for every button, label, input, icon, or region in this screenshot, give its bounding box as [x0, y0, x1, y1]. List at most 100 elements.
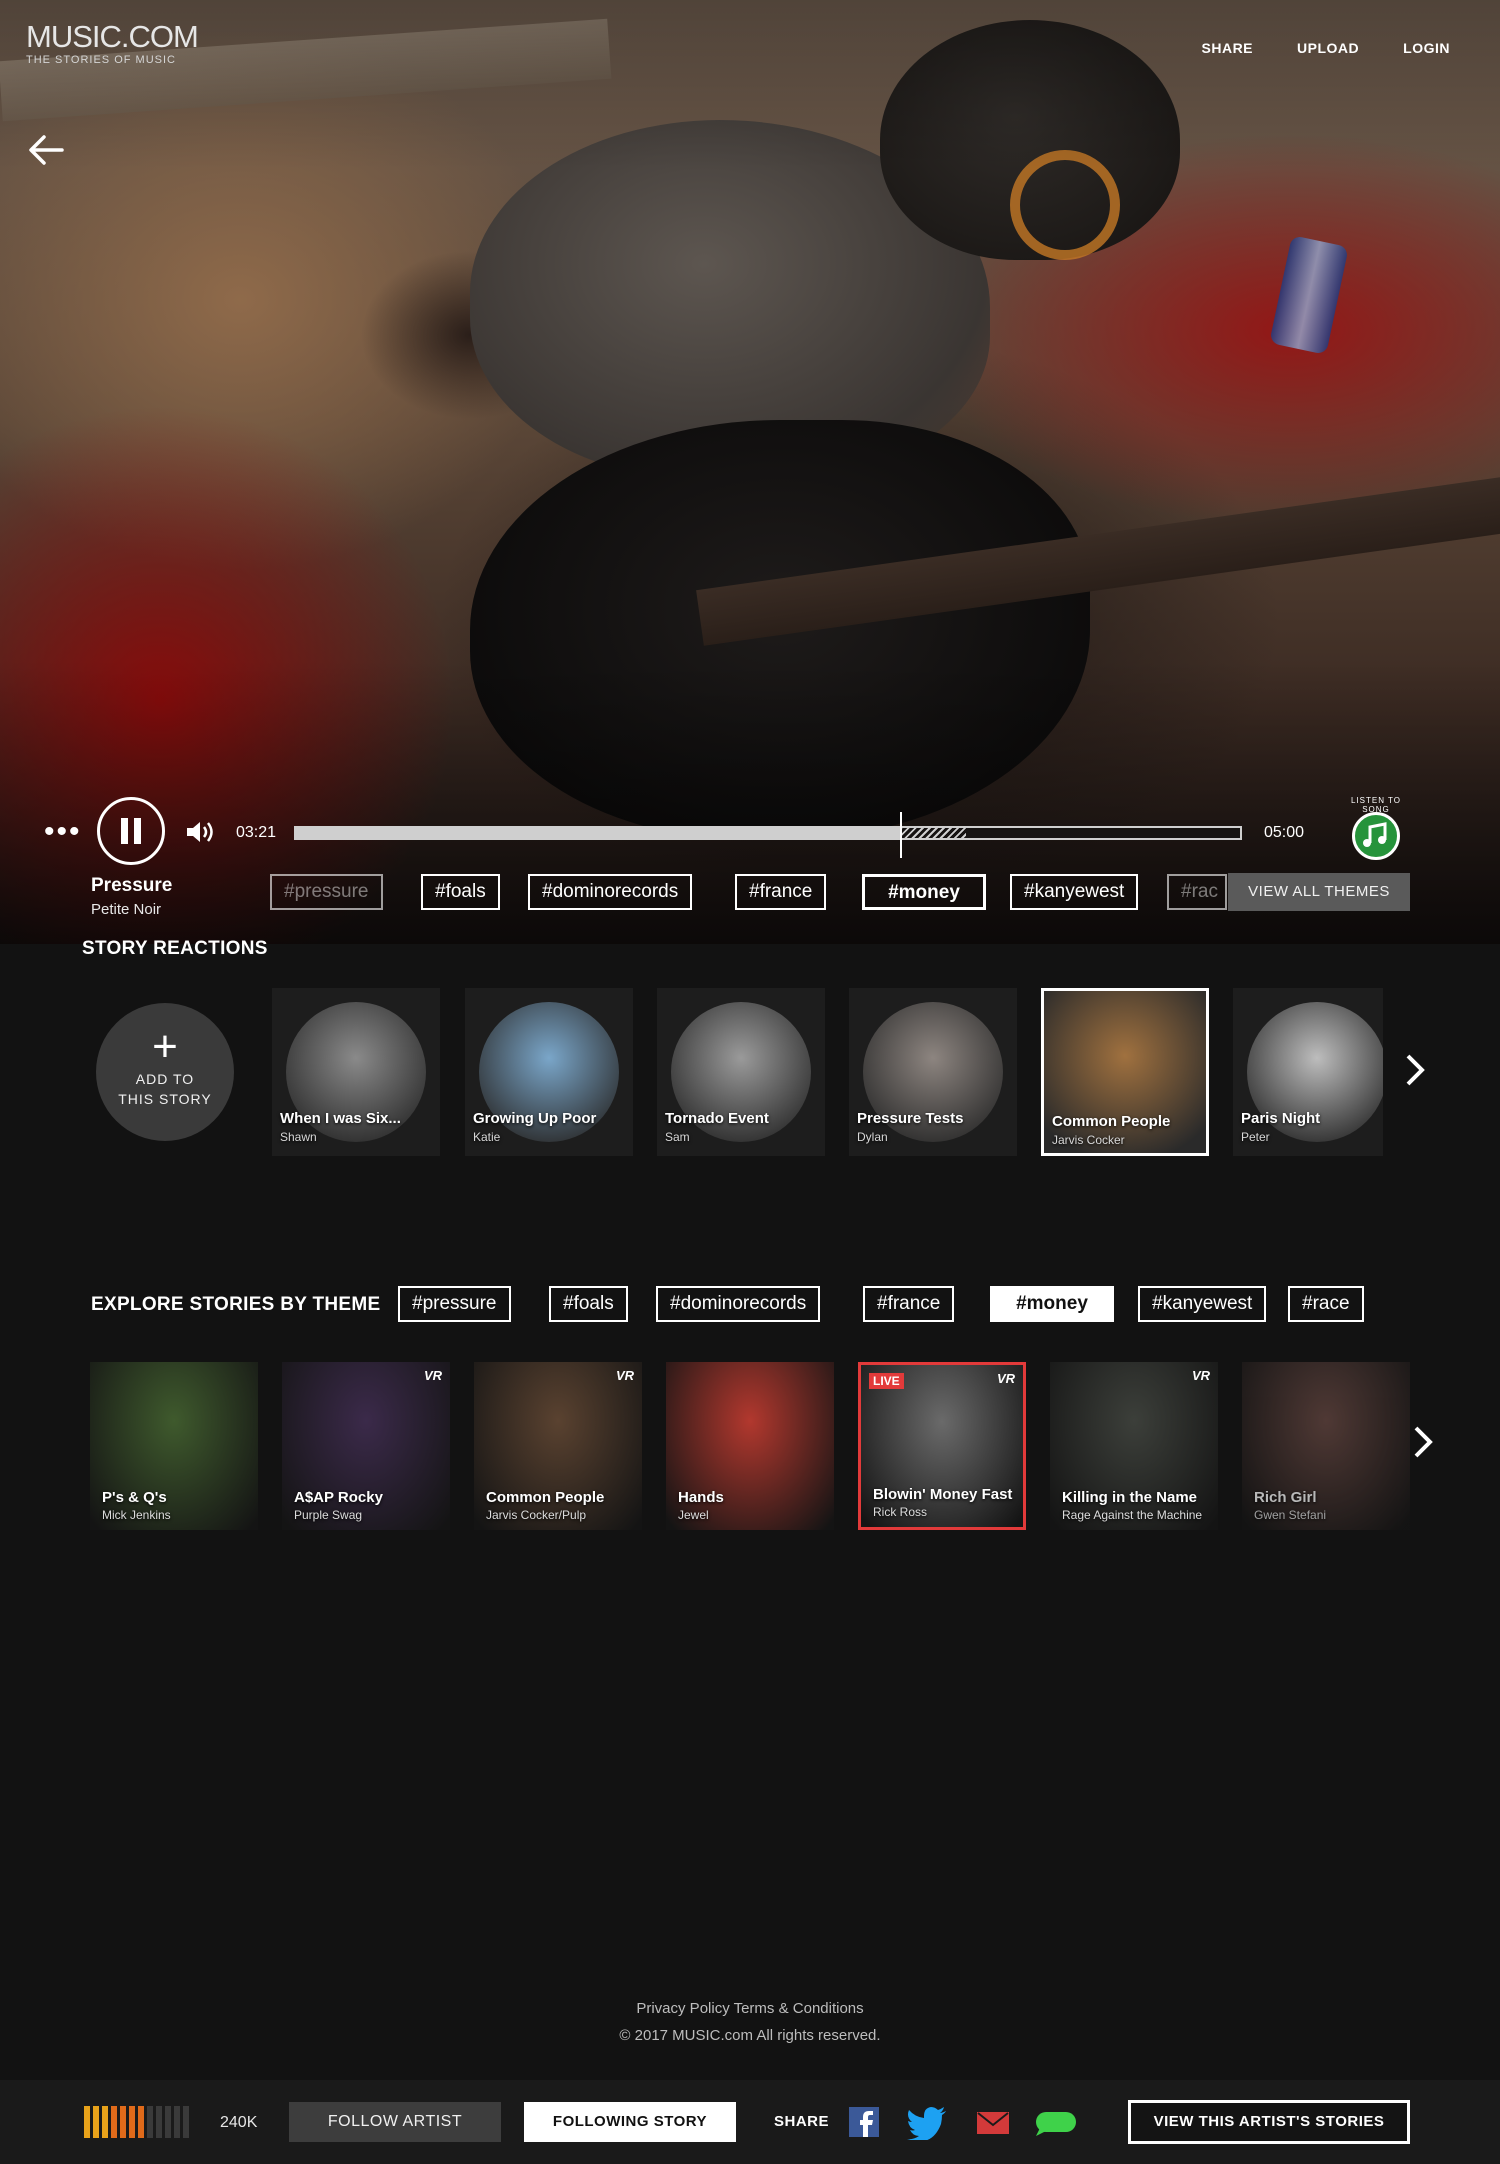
song-title: Pressure — [91, 875, 173, 896]
mail-icon[interactable] — [976, 2104, 1010, 2140]
theme-tag-active[interactable]: #money — [862, 874, 986, 910]
meter-bar — [165, 2106, 171, 2138]
theme-tag[interactable]: #pressure — [270, 874, 383, 910]
card-title: Hands — [678, 1489, 724, 1506]
reaction-card[interactable]: When I was Six... Shawn — [272, 988, 440, 1156]
story-card[interactable]: P's & Q's Mick Jenkins — [90, 1362, 258, 1530]
theme-tag[interactable]: #foals — [421, 874, 500, 910]
nav-share-link[interactable]: SHARE — [1202, 40, 1254, 56]
card-artist: Jarvis Cocker/Pulp — [486, 1508, 587, 1522]
plus-icon: + — [152, 1022, 178, 1071]
progress-bar[interactable] — [294, 812, 1242, 858]
nav-upload-link[interactable]: UPLOAD — [1297, 40, 1359, 56]
share-label: SHARE — [774, 2113, 830, 2130]
meter-bar — [129, 2106, 135, 2138]
chevron-right-icon[interactable] — [1408, 1422, 1436, 1462]
theme-tag[interactable]: #dominorecords — [528, 874, 693, 910]
explore-tag[interactable]: #pressure — [398, 1286, 511, 1322]
story-card[interactable]: VR Killing in the Name Rage Against the … — [1050, 1362, 1218, 1530]
volume-icon[interactable] — [185, 818, 215, 846]
vr-badge: VR — [423, 1368, 442, 1383]
follow-artist-button[interactable]: FOLLOW ARTIST — [289, 2102, 501, 2142]
video-player[interactable] — [0, 0, 1500, 944]
current-time: 03:21 — [236, 824, 277, 841]
back-arrow-icon[interactable] — [28, 134, 64, 166]
footer-copyright: © 2017 MUSIC.com All rights reserved. — [619, 2027, 881, 2044]
twitter-icon[interactable] — [906, 2104, 948, 2140]
story-card[interactable]: Rich Girl Gwen Stefani — [1242, 1362, 1410, 1530]
music-note-icon — [1363, 822, 1387, 847]
meter-bar — [183, 2106, 189, 2138]
vr-badge: VR — [615, 1368, 634, 1383]
logo-title: MUSIC.COM — [26, 19, 199, 54]
reaction-title: When I was Six... — [280, 1110, 401, 1127]
meter-bar — [147, 2106, 153, 2138]
card-title: Killing in the Name — [1062, 1489, 1198, 1506]
card-title: Rich Girl — [1254, 1489, 1317, 1506]
live-badge: LIVE — [869, 1373, 904, 1389]
card-artist: Gwen Stefani — [1254, 1508, 1327, 1522]
theme-tag[interactable]: #rac — [1167, 874, 1227, 910]
chevron-right-icon[interactable] — [1400, 1050, 1428, 1090]
reaction-title: Pressure Tests — [857, 1110, 964, 1127]
card-artist: Rick Ross — [873, 1505, 928, 1519]
pause-button[interactable] — [97, 797, 165, 865]
explore-heading: EXPLORE STORIES BY THEME — [91, 1294, 381, 1315]
add-to-story-button[interactable]: + ADD TO THIS STORY — [96, 1003, 234, 1141]
meter-bar — [138, 2106, 144, 2138]
theme-tag[interactable]: #kanyewest — [1010, 874, 1139, 910]
story-card[interactable]: Hands Jewel — [666, 1362, 834, 1530]
song-artist: Petite Noir — [91, 901, 162, 918]
explore-tag[interactable]: #dominorecords — [656, 1286, 821, 1322]
meter-bar — [111, 2106, 117, 2138]
following-story-button[interactable]: FOLLOWING STORY — [524, 2102, 736, 2142]
meter-bar — [120, 2106, 126, 2138]
reaction-title: Tornado Event — [665, 1110, 769, 1127]
reaction-title: Growing Up Poor — [473, 1110, 597, 1127]
progress-handle[interactable] — [900, 812, 903, 858]
explore-tag[interactable]: #race — [1288, 1286, 1364, 1322]
card-artist: Purple Swag — [294, 1508, 363, 1522]
meter-bar — [93, 2106, 99, 2138]
progress-buffer — [900, 828, 967, 838]
theme-tag[interactable]: #france — [735, 874, 827, 910]
follower-count: 240K — [220, 2114, 258, 2131]
facebook-icon[interactable] — [848, 2104, 880, 2140]
listen-circle — [1352, 812, 1400, 860]
view-artist-stories-button[interactable]: VIEW THIS ARTIST'S STORIES — [1128, 2100, 1410, 2144]
nav-login-link[interactable]: LOGIN — [1403, 40, 1450, 56]
add-story-label: ADD TO — [135, 1071, 195, 1087]
footer-links[interactable]: Privacy Policy Terms & Conditions — [0, 2000, 1500, 2017]
story-card-live[interactable]: LIVE VR Blowin' Money Fast Rick Ross — [858, 1362, 1026, 1530]
explore-tag[interactable]: #france — [863, 1286, 955, 1322]
reaction-author: Peter — [1241, 1130, 1270, 1144]
explore-tag[interactable]: #foals — [549, 1286, 628, 1322]
message-icon[interactable] — [1034, 2104, 1078, 2140]
card-artist: Mick Jenkins — [102, 1508, 171, 1522]
card-title: A$AP Rocky — [294, 1489, 383, 1506]
reaction-title: Paris Night — [1241, 1110, 1321, 1127]
reaction-card-selected[interactable]: Common People Jarvis Cocker — [1041, 988, 1209, 1156]
reaction-card[interactable]: Growing Up Poor Katie — [465, 988, 633, 1156]
story-card[interactable]: VR A$AP Rocky Purple Swag — [282, 1362, 450, 1530]
more-options-icon[interactable]: ••• — [44, 817, 82, 847]
story-reactions-heading: STORY REACTIONS — [82, 938, 268, 959]
explore-tag[interactable]: #kanyewest — [1138, 1286, 1267, 1322]
view-all-themes-button[interactable]: VIEW ALL THEMES — [1228, 873, 1410, 911]
reaction-author: Sam — [665, 1130, 690, 1144]
listen-to-song-button[interactable]: LISTEN TO SONG — [1346, 796, 1406, 864]
explore-tag-active[interactable]: #money — [990, 1286, 1114, 1322]
reaction-card[interactable]: Paris Night Peter — [1233, 988, 1383, 1156]
site-logo[interactable]: MUSIC.COM THE STORIES OF MUSIC — [26, 19, 199, 66]
reaction-title: Common People — [1052, 1113, 1171, 1130]
meter-bar — [84, 2106, 90, 2138]
video-overlay — [0, 0, 1500, 944]
reaction-card[interactable]: Tornado Event Sam — [657, 988, 825, 1156]
reaction-author: Jarvis Cocker — [1052, 1133, 1125, 1147]
logo-tagline: THE STORIES OF MUSIC — [26, 54, 176, 66]
reaction-card[interactable]: Pressure Tests Dylan — [849, 988, 1017, 1156]
reaction-author: Katie — [473, 1130, 501, 1144]
story-card[interactable]: VR Common People Jarvis Cocker/Pulp — [474, 1362, 642, 1530]
meter-bar — [156, 2106, 162, 2138]
popularity-meter — [84, 2106, 189, 2138]
